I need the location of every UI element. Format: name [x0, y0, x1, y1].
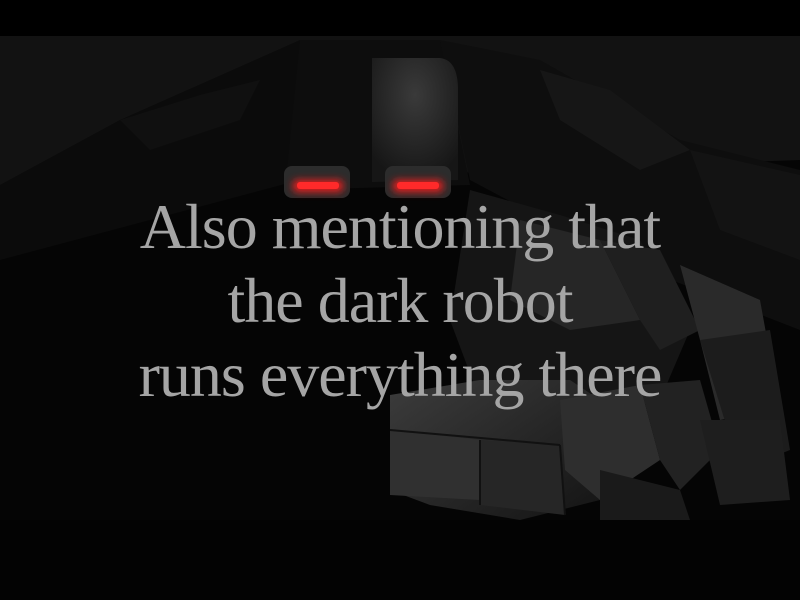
caption-line-1: Also mentioning that [139, 191, 661, 262]
cutscene-view: Also mentioning that the dark robot runs… [0, 0, 800, 600]
caption-line-2: the dark robot [227, 265, 574, 336]
letterbox-top [0, 0, 800, 36]
caption-line-3: runs everything there [138, 339, 663, 410]
dialogue-caption: Also mentioning that the dark robot runs… [0, 190, 800, 412]
floor-shadow [0, 520, 800, 600]
